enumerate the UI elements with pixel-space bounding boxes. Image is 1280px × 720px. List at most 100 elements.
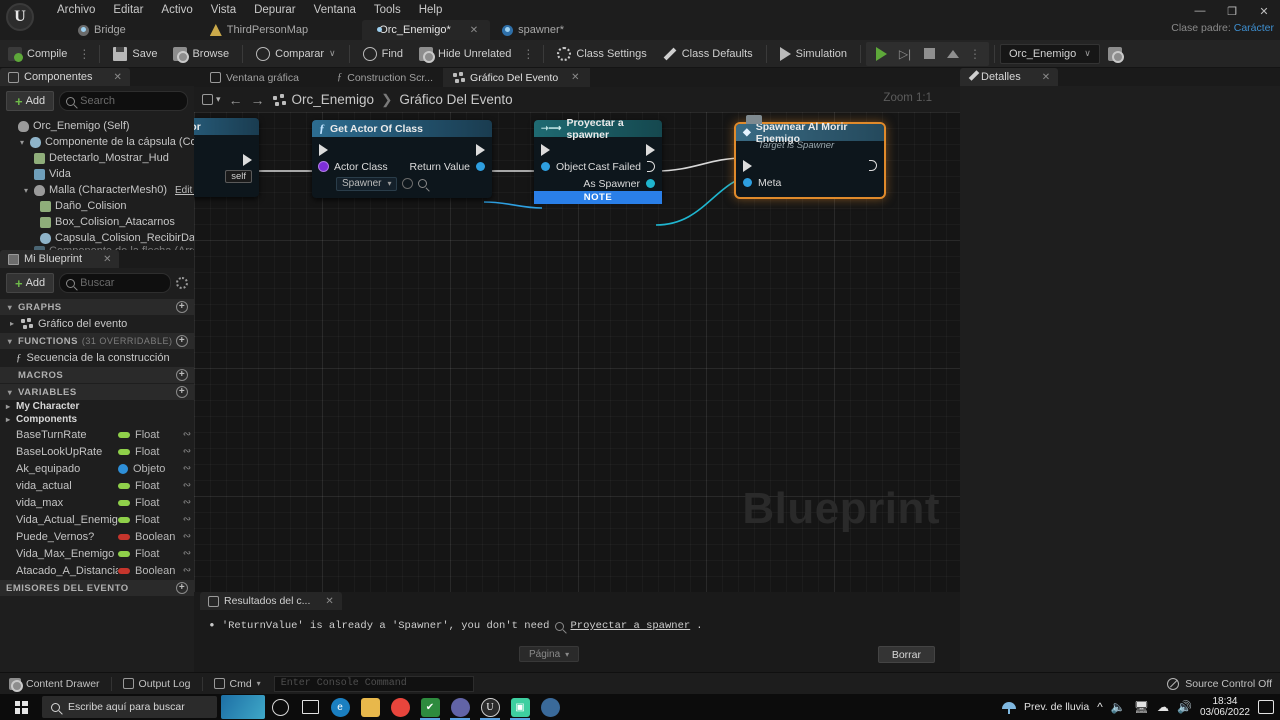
cortana-button[interactable] <box>265 694 295 720</box>
exec-output-pin[interactable] <box>476 143 485 156</box>
expand-arrow[interactable]: ▾ <box>18 138 26 147</box>
compile-options-icon[interactable]: ⋮ <box>75 47 94 61</box>
browse-asset-icon[interactable] <box>402 178 414 189</box>
play-settings-button[interactable] <box>1100 42 1130 66</box>
tab-componentes[interactable]: Componentes ✕ <box>0 68 130 86</box>
add-graph-icon[interactable]: + <box>176 301 188 313</box>
object-input-pin[interactable]: Object <box>541 161 586 173</box>
exec-output-pin[interactable] <box>243 153 252 166</box>
visibility-toggle-icon[interactable]: ∾ <box>180 497 194 508</box>
tab-orc-enemigo[interactable]: Orc_Enemigo* ✕ <box>362 20 491 40</box>
taskbar-search-input[interactable]: Escribe aquí para buscar <box>42 696 217 718</box>
variable-group-components[interactable]: ▸ Components <box>0 413 194 426</box>
hide-unrelated-button[interactable]: Hide Unrelated <box>411 42 519 66</box>
expand-arrow[interactable]: ▸ <box>4 415 12 424</box>
component-row-detectarlo[interactable]: Detectarlo_Mostrar_Hud <box>0 150 194 166</box>
breadcrumb-root[interactable]: Orc_Enemigo <box>292 92 375 107</box>
notifications-icon[interactable] <box>1258 700 1274 714</box>
variable-row[interactable]: Puede_Vernos? Boolean ∾ <box>0 528 194 545</box>
menu-editar[interactable]: Editar <box>104 1 152 19</box>
menu-archivo[interactable]: Archivo <box>48 1 104 19</box>
page-button[interactable]: Página ▾ <box>519 646 580 662</box>
tab-construction-script[interactable]: ƒ Construction Scr... <box>327 68 443 87</box>
unreal-logo-icon[interactable]: U <box>6 3 34 31</box>
tab-mi-blueprint[interactable]: Mi Blueprint ✕ <box>0 250 120 268</box>
menu-ventana[interactable]: Ventana <box>305 1 365 19</box>
section-graphs[interactable]: ▾ GRAPHS + <box>0 299 194 315</box>
menu-depurar[interactable]: Depurar <box>245 1 305 19</box>
components-search-input[interactable]: Search <box>59 91 188 111</box>
taskbar-app-obs[interactable]: ▣ <box>505 694 535 720</box>
expand-arrow[interactable]: ▸ <box>8 319 16 328</box>
tab-detalles[interactable]: Detalles ✕ <box>960 68 1058 86</box>
taskbar-app-paint[interactable] <box>535 694 565 720</box>
variable-group-my-character[interactable]: ▸ My Character <box>0 400 194 413</box>
visibility-toggle-icon[interactable]: ∾ <box>180 429 194 440</box>
component-row-self[interactable]: Orc_Enemigo (Self) <box>0 118 194 134</box>
as-spawner-output-pin[interactable]: As Spawner <box>583 178 655 190</box>
my-blueprint-search-input[interactable]: Buscar <box>59 273 171 293</box>
cmd-dropdown[interactable]: Cmd ▾ <box>205 674 270 694</box>
expand-arrow[interactable]: ▾ <box>22 186 30 195</box>
volume-icon[interactable]: 🔊 <box>1177 700 1192 714</box>
clock[interactable]: 18:34 03/06/2022 <box>1200 696 1250 718</box>
component-row-dano-colision[interactable]: Daño_Colision <box>0 198 194 214</box>
edit-in-cpp-link[interactable]: Edit in C+ <box>175 185 194 196</box>
actor-class-select[interactable]: Spawner ▾ <box>336 176 398 191</box>
tab-spawner[interactable]: spawner* <box>490 20 576 40</box>
close-icon[interactable]: ✕ <box>103 254 111 265</box>
menu-tools[interactable]: Tools <box>365 1 410 19</box>
function-item-construction-script[interactable]: ƒ Secuencia de la construcción <box>0 349 194 366</box>
menu-activo[interactable]: Activo <box>152 1 201 19</box>
visibility-toggle-icon[interactable]: ∾ <box>180 480 194 491</box>
section-functions[interactable]: ▾ FUNCTIONS (31 OVERRIDABLE) + <box>0 333 194 349</box>
return-value-output-pin[interactable]: Return Value <box>409 161 485 173</box>
tab-thirdpersonmap[interactable]: ThirdPersonMap <box>198 20 320 40</box>
show-hidden-icons-button[interactable]: ^ <box>1097 700 1103 714</box>
class-defaults-button[interactable]: Class Defaults <box>655 42 761 66</box>
collapse-arrow[interactable]: ▾ <box>6 303 14 312</box>
visibility-toggle-icon[interactable]: ∾ <box>180 463 194 474</box>
component-row-vida[interactable]: Vida <box>0 166 194 182</box>
step-button[interactable]: ▷| <box>894 43 916 65</box>
component-row-malla[interactable]: ▾ Malla (CharacterMesh0) Edit in C+ <box>0 182 194 198</box>
taskbar-app-explorer[interactable] <box>355 694 385 720</box>
expand-arrow[interactable]: ▸ <box>4 402 12 411</box>
microphone-icon[interactable]: 🔈 <box>1111 700 1126 714</box>
node-comment-handle[interactable] <box>746 115 762 124</box>
cast-failed-output-pin[interactable]: Cast Failed <box>588 161 655 173</box>
component-row-capsule[interactable]: ▾ Componente de la cápsula (Collision( <box>0 134 194 150</box>
collapse-arrow[interactable]: ▾ <box>6 337 14 346</box>
blueprint-canvas[interactable]: Blueprint troy Actor et is Actor <box>194 112 960 592</box>
variable-row[interactable]: BaseLookUpRate Float ∾ <box>0 443 194 460</box>
add-macro-icon[interactable]: + <box>176 369 188 381</box>
tab-close-icon[interactable]: ✕ <box>470 25 478 36</box>
chevron-down-icon[interactable]: ∨ <box>329 48 336 59</box>
tab-bridge[interactable]: Bridge <box>66 20 138 40</box>
exec-output-pin[interactable] <box>646 143 655 156</box>
exec-input-pin[interactable] <box>319 143 328 156</box>
close-icon[interactable]: ✕ <box>114 72 122 83</box>
taskbar-app-teams[interactable] <box>445 694 475 720</box>
visibility-toggle-icon[interactable]: ∾ <box>180 565 194 576</box>
graph-item-event-graph[interactable]: ▸ Gráfico del evento <box>0 315 194 332</box>
taskbar-app-unreal[interactable]: U <box>475 694 505 720</box>
add-blueprint-item-button[interactable]: + Add <box>6 273 55 293</box>
node-note-badge[interactable]: NOTE <box>534 191 662 204</box>
clear-button[interactable]: Borrar <box>877 646 935 663</box>
compile-button[interactable]: Compile <box>0 42 75 66</box>
close-icon[interactable]: ✕ <box>571 72 579 83</box>
minimize-button[interactable]: — <box>1184 0 1216 22</box>
variable-row[interactable]: BaseTurnRate Float ∾ <box>0 426 194 443</box>
console-command-input[interactable]: Enter Console Command <box>273 675 474 692</box>
add-dispatcher-icon[interactable]: + <box>176 582 188 594</box>
variable-row[interactable]: Atacado_A_Distancia? Boolean ∾ <box>0 562 194 579</box>
play-target-select[interactable]: Orc_Enemigo ∨ <box>1000 43 1100 64</box>
add-function-icon[interactable]: + <box>176 335 188 347</box>
exec-output-pin[interactable] <box>869 160 877 171</box>
add-component-button[interactable]: + Add <box>6 91 55 111</box>
browse-button[interactable]: Browse <box>165 42 237 66</box>
tab-event-graph[interactable]: Gráfico Del Evento ✕ <box>443 68 590 87</box>
source-control-status[interactable]: Source Control Off <box>1167 677 1280 690</box>
collapse-arrow[interactable]: ▾ <box>6 388 14 397</box>
